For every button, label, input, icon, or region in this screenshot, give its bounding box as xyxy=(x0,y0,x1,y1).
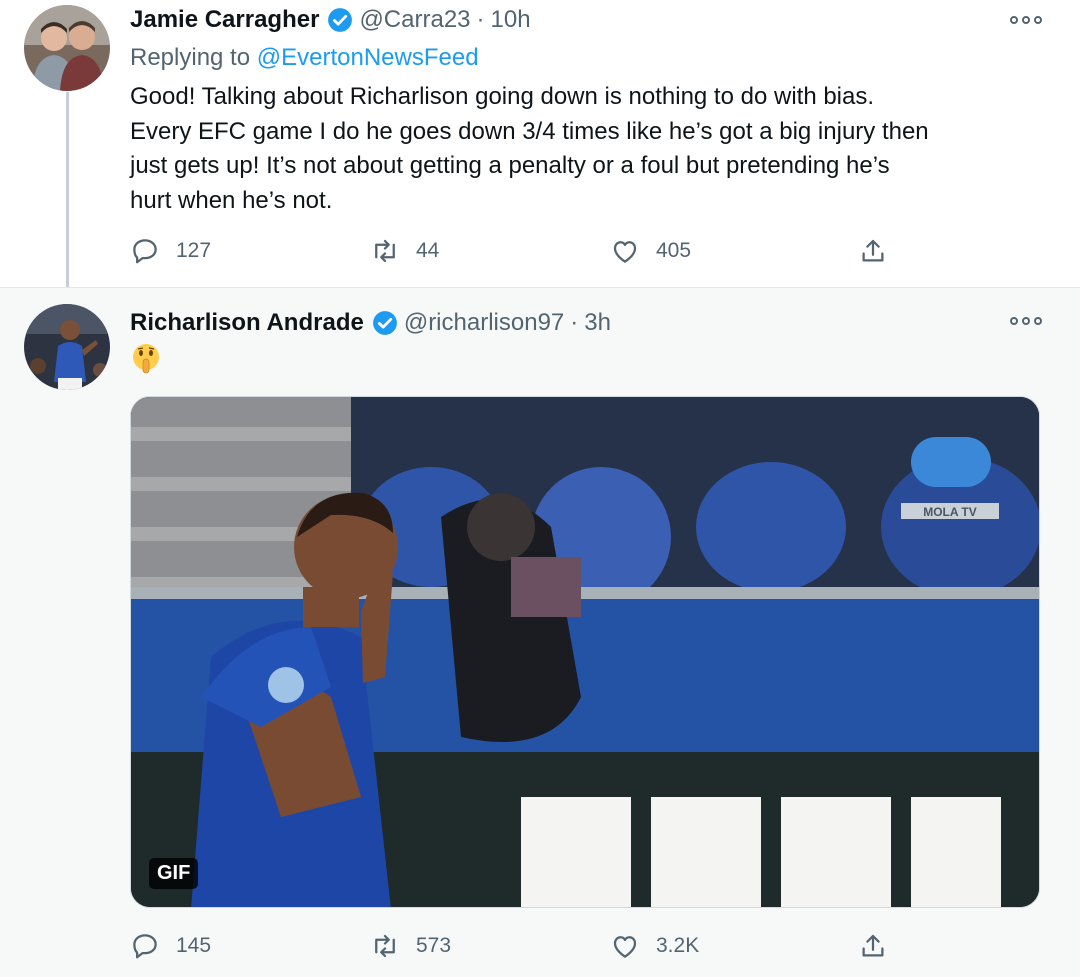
retweet-button[interactable]: 573 xyxy=(370,926,451,966)
replying-to-line: Replying to @EvertonNewsFeed xyxy=(130,44,479,72)
avatar-richarlison[interactable] xyxy=(24,304,110,390)
retweet-button[interactable]: 44 xyxy=(370,231,439,271)
tweet-text-line: hurt when he’s not. xyxy=(130,186,333,214)
tweet-timestamp[interactable]: 3h xyxy=(584,309,611,337)
tweet-text: Good! Talking about Richarlison going do… xyxy=(130,80,1050,218)
share-button[interactable] xyxy=(858,231,904,271)
share-button[interactable] xyxy=(858,926,904,966)
like-button[interactable]: 3.2K xyxy=(610,926,699,966)
replying-to-mention[interactable]: @EvertonNewsFeed xyxy=(257,44,479,71)
reply-count: 127 xyxy=(176,239,212,262)
watermark-text: MOLA TV xyxy=(923,505,977,519)
tweet-header: Richarlison Andrade @richarlison97 · 3h xyxy=(130,309,611,337)
author-name[interactable]: Jamie Carragher xyxy=(130,6,319,34)
tweet-actions: 145 573 3.2K xyxy=(130,926,1040,966)
header-separator: · xyxy=(476,6,485,33)
retweet-count: 44 xyxy=(416,239,440,262)
retweet-icon xyxy=(375,239,395,263)
like-count: 3.2K xyxy=(656,934,700,957)
tweet-richarlison[interactable]: Richarlison Andrade @richarlison97 · 3h xyxy=(0,287,1080,977)
header-separator: · xyxy=(570,309,579,336)
shushing-face-emoji xyxy=(133,344,159,374)
tweet-text-line: Good! Talking about Richarlison going do… xyxy=(130,83,875,110)
like-count: 405 xyxy=(656,239,692,262)
author-handle[interactable]: @Carra23 xyxy=(359,6,470,34)
gif-media[interactable]: MOLA TV GIF xyxy=(130,396,1040,908)
reply-button[interactable]: 145 xyxy=(130,926,211,966)
gif-frame: MOLA TV xyxy=(131,397,1039,907)
reply-button[interactable]: 127 xyxy=(130,231,211,271)
more-options-icon[interactable] xyxy=(1010,14,1042,26)
retweet-icon xyxy=(375,934,395,958)
avatar-carragher[interactable] xyxy=(24,5,110,91)
author-handle[interactable]: @richarlison97 xyxy=(404,309,564,337)
tweet-text-line: just gets up! It’s not about getting a p… xyxy=(130,152,890,179)
author-name[interactable]: Richarlison Andrade xyxy=(130,309,364,337)
thread-connector-line xyxy=(66,92,69,292)
verified-badge-icon xyxy=(372,311,397,335)
reply-icon xyxy=(133,934,157,959)
more-options-icon[interactable] xyxy=(1010,315,1042,327)
share-icon xyxy=(862,934,884,957)
tweet-carragher[interactable]: Jamie Carragher @Carra23 · 10h Replying … xyxy=(0,0,1080,292)
reply-count: 145 xyxy=(176,934,212,957)
tweet-header: Jamie Carragher @Carra23 · 10h xyxy=(130,6,531,34)
retweet-count: 573 xyxy=(416,934,452,957)
tweet-text-line: Every EFC game I do he goes down 3/4 tim… xyxy=(130,117,929,145)
tweet-timestamp[interactable]: 10h xyxy=(491,6,531,34)
replying-prefix: Replying to xyxy=(130,44,251,71)
tweet-actions: 127 44 405 xyxy=(130,231,1040,271)
verified-badge-icon xyxy=(328,8,353,32)
share-icon xyxy=(862,239,884,262)
gif-badge: GIF xyxy=(149,858,199,889)
reply-icon xyxy=(133,239,157,264)
like-icon xyxy=(613,241,637,263)
like-icon xyxy=(613,936,637,958)
like-button[interactable]: 405 xyxy=(610,231,691,271)
